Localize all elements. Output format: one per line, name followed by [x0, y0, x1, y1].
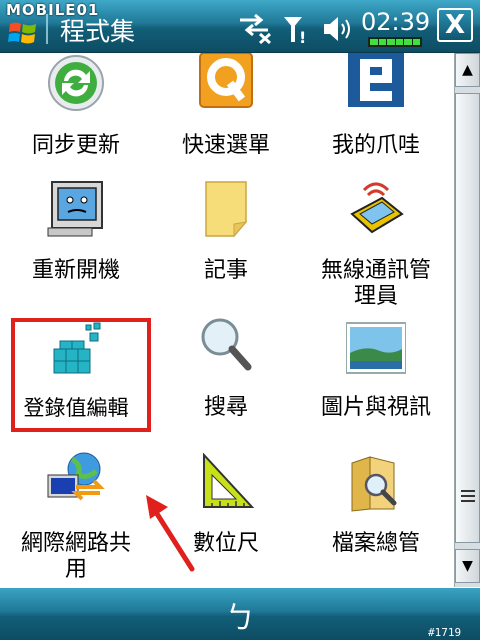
scroll-up-button[interactable]: ▲	[455, 53, 480, 87]
scroll-down-button[interactable]: ▼	[455, 549, 480, 583]
clock[interactable]: 02:39	[361, 8, 430, 36]
pointer-arrow-icon	[146, 495, 195, 572]
tile-label: 我的爪哇	[331, 133, 420, 158]
tile-wireless-manager[interactable]: 無線通訊管 理員	[300, 178, 452, 318]
windows-start-icon[interactable]	[8, 20, 38, 46]
signal-strength-icon[interactable]: !	[282, 14, 312, 44]
tile-label: 檔案總管	[331, 531, 420, 556]
vertical-scrollbar[interactable]: ▲ ▼	[454, 53, 480, 587]
tile-sync[interactable]: 同步更新	[0, 53, 152, 158]
tile-pictures-videos[interactable]: 圖片與視訊	[300, 315, 452, 425]
tile-label: 記事	[203, 258, 248, 283]
tile-search[interactable]: 搜尋	[150, 315, 302, 425]
quick-menu-icon	[199, 53, 253, 108]
app-title: 程式集	[60, 17, 136, 46]
file-explorer-icon	[351, 456, 397, 512]
grip-line	[461, 490, 475, 492]
tile-label: 快速選單	[181, 133, 270, 158]
internet-sharing-icon	[47, 452, 105, 501]
tile-label: 同步更新	[31, 133, 120, 158]
grip-line	[461, 495, 475, 497]
tile-label: 圖片與視訊	[320, 395, 431, 420]
connectivity-icon[interactable]	[238, 14, 272, 44]
tile-my-java[interactable]: 我的爪哇	[300, 53, 452, 158]
tile-label: 重新開機	[31, 258, 120, 283]
tile-internet-sharing[interactable]: 網際網路共 用	[0, 451, 152, 587]
grip-line	[461, 500, 475, 502]
ruler-icon	[203, 453, 255, 508]
tile-label-line1: 網際網路共	[20, 531, 131, 556]
tile-label-line2: 用	[64, 557, 87, 582]
tile-label-line1: 無線通訊管	[320, 258, 431, 283]
corner-id: #1719	[428, 626, 462, 639]
title-bar: MOBILE01 程式集 ! 02:39 X	[0, 0, 480, 53]
tile-file-explorer[interactable]: 檔案總管	[300, 451, 452, 561]
highlight-box	[11, 318, 151, 432]
pictures-videos-icon	[346, 322, 406, 374]
tile-quick-menu[interactable]: 快速選單	[150, 53, 302, 158]
tile-label-line2: 理員	[353, 284, 398, 309]
bottom-bar: ㄅ #1719	[0, 588, 480, 640]
scroll-thumb[interactable]	[455, 93, 480, 543]
tile-notes[interactable]: 記事	[150, 178, 302, 288]
volume-icon[interactable]	[322, 14, 354, 44]
java-icon	[348, 53, 404, 107]
reset-computer-icon	[47, 181, 103, 237]
tile-reset[interactable]: 重新開機	[0, 178, 152, 288]
title-separator	[46, 14, 48, 44]
sync-icon	[48, 55, 104, 111]
notes-icon	[205, 181, 248, 238]
input-method-button[interactable]: ㄅ	[225, 593, 255, 637]
tile-label: 搜尋	[203, 395, 248, 420]
program-grid: 同步更新 快速選單 我的爪哇 重新開機 記事 無線通訊管 理員 登錄值編輯 搜尋…	[0, 53, 454, 587]
close-button[interactable]: X	[437, 8, 473, 42]
wireless-manager-icon	[350, 182, 404, 234]
svg-text:!: !	[299, 28, 306, 44]
battery-indicator[interactable]	[368, 37, 422, 47]
search-icon	[201, 318, 252, 371]
